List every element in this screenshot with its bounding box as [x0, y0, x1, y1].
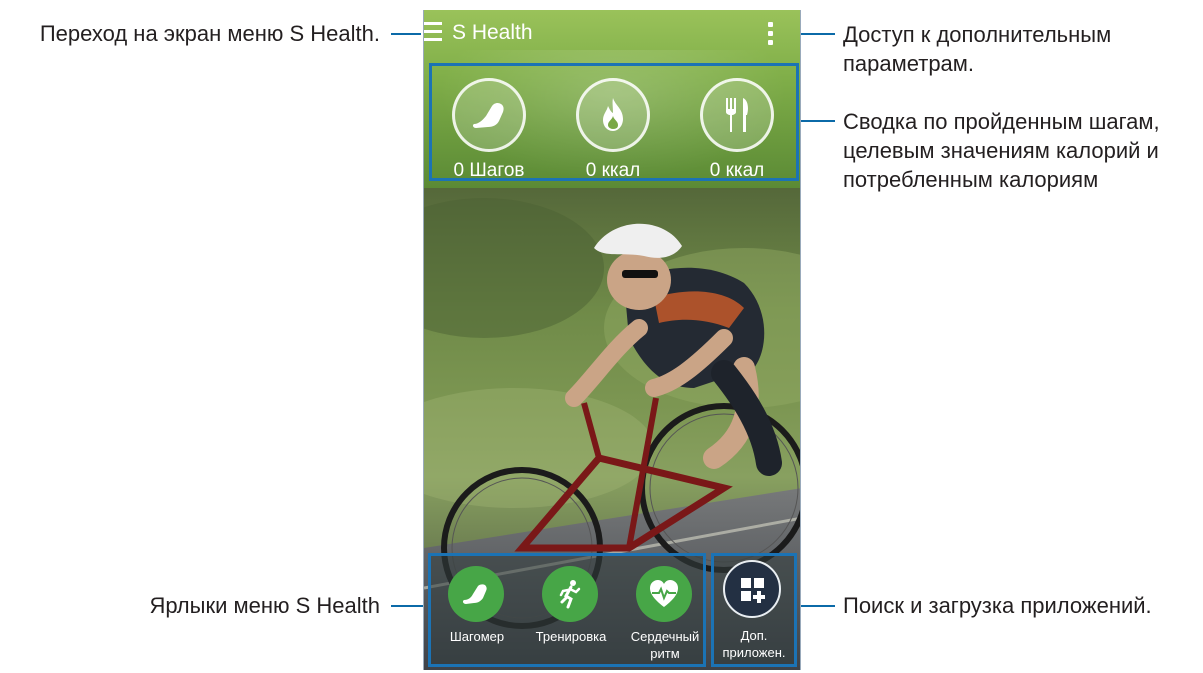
- add-grid-icon[interactable]: [723, 560, 781, 618]
- callout-line-shortcuts: [391, 605, 427, 607]
- callout-line-summary: [801, 120, 835, 122]
- summary-steps[interactable]: 0 Шагов: [429, 78, 549, 181]
- heart-pulse-icon: [636, 566, 692, 622]
- runner-icon: [542, 566, 598, 622]
- callout-menu: Переход на экран меню S Health.: [39, 21, 380, 46]
- fork-knife-icon: [700, 78, 774, 152]
- summary-steps-label: 0 Шагов: [453, 160, 525, 181]
- callout-options-line1: Доступ к дополнительным: [843, 22, 1112, 47]
- callout-line-apps: [799, 605, 835, 607]
- shortcut-pedometer-label: Шагомер: [449, 629, 505, 644]
- flame-icon: [576, 78, 650, 152]
- shortcut-exercise-label: Тренировка: [535, 629, 607, 644]
- shortcut-exercise[interactable]: Тренировка: [527, 566, 615, 666]
- shoe-icon: [452, 78, 526, 152]
- callout-options: Доступ к дополнительным параметрам.: [843, 20, 1198, 78]
- shortcut-heart-rate-label: Сердечный ритм: [617, 628, 713, 662]
- summary-calories-burned[interactable]: 0 ккал: [553, 78, 673, 181]
- hamburger-icon[interactable]: [424, 22, 444, 44]
- summary-calories-burned-label: 0 ккал: [585, 160, 641, 181]
- callout-summary-line2: целевым значениям калорий и: [843, 138, 1159, 163]
- shortcuts-panel: Шагомер Тренировка Сердечный ритм: [428, 553, 706, 667]
- callout-options-line2: параметрам.: [843, 51, 975, 76]
- more-apps-label[interactable]: Доп. приложен.: [714, 627, 794, 661]
- overflow-dots-icon[interactable]: [768, 22, 774, 46]
- callout-apps: Поиск и загрузка приложений.: [843, 593, 1152, 618]
- shoe-icon: [448, 566, 504, 622]
- action-bar: S Health: [424, 10, 800, 56]
- shortcut-heart-rate-label-line2: ритм: [650, 646, 680, 661]
- phone-screen: S Health 0 Шагов 0 ккал 0 ккал Шагомер Т…: [423, 10, 801, 670]
- shortcut-heart-rate-label-line1: Сердечный: [630, 629, 700, 644]
- callout-summary-line3: потребленным калориям: [843, 167, 1099, 192]
- shortcut-pedometer[interactable]: Шагомер: [433, 566, 521, 666]
- more-apps-label-line1: Доп.: [740, 628, 768, 643]
- callout-summary-line1: Сводка по пройденным шагам,: [843, 109, 1160, 134]
- more-apps-panel: Доп. приложен.: [711, 553, 797, 667]
- callout-line-menu: [391, 33, 421, 35]
- summary-calories-consumed[interactable]: 0 ккал: [677, 78, 797, 181]
- app-title: S Health: [452, 21, 533, 44]
- more-apps-label-line2: приложен.: [722, 645, 786, 660]
- callout-shortcuts: Ярлыки меню S Health: [149, 593, 380, 618]
- shortcut-heart-rate[interactable]: Сердечный ритм: [621, 566, 709, 666]
- summary-calories-consumed-label: 0 ккал: [709, 160, 765, 181]
- callout-summary: Сводка по пройденным шагам, целевым знач…: [843, 107, 1203, 194]
